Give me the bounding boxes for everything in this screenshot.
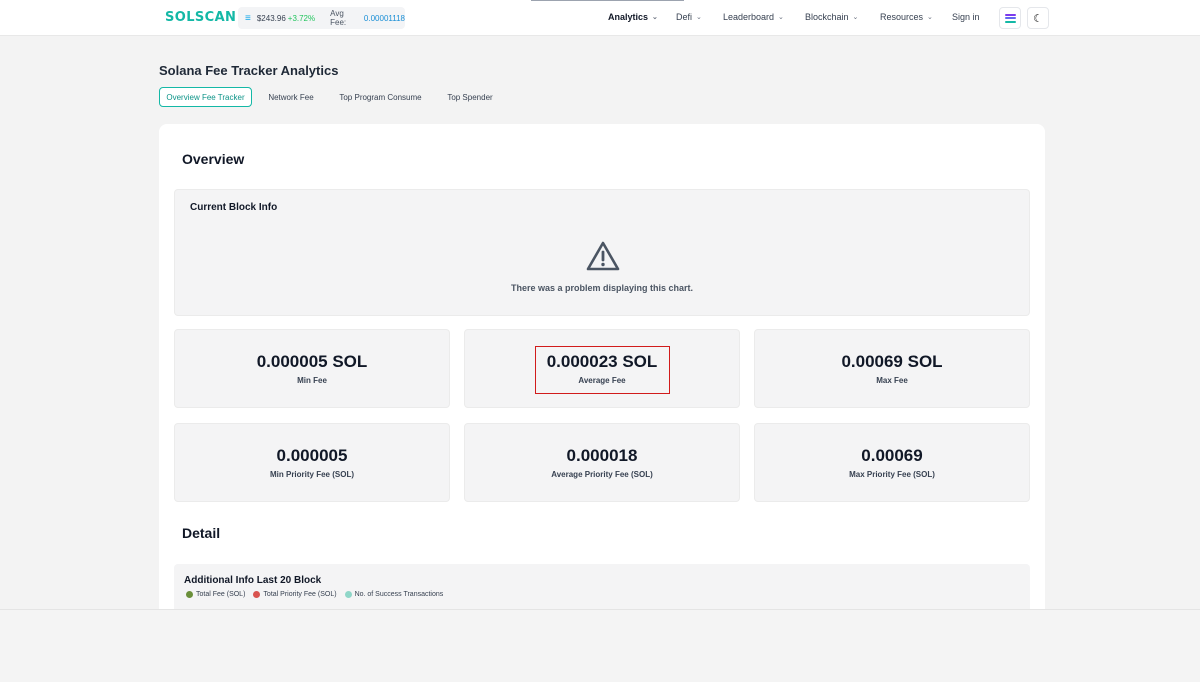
stat-average-priority-fee: 0.000018 Average Priority Fee (SOL) xyxy=(464,423,740,502)
legend-dot xyxy=(253,591,261,598)
overview-heading: Overview xyxy=(182,151,245,167)
chevron-down-icon: ⌄ xyxy=(652,14,658,21)
page-viewport: SOLSCAN ≡ $243.96 +3.72% Avg Fee: 0.0000… xyxy=(0,0,1200,610)
moon-icon: ☾ xyxy=(1033,12,1043,25)
stat-label: Max Fee xyxy=(876,376,908,385)
sign-in-link[interactable]: Sign in xyxy=(952,12,980,22)
avg-fee-label: Avg Fee: xyxy=(330,9,347,27)
stat-label: Min Priority Fee (SOL) xyxy=(269,470,354,479)
stat-label: Average Priority Fee (SOL) xyxy=(551,470,653,479)
legend-dot xyxy=(344,591,352,598)
warning-icon xyxy=(586,241,620,271)
page-title: Solana Fee Tracker Analytics xyxy=(159,63,339,78)
theme-toggle-button[interactable]: ☾ xyxy=(1027,7,1049,29)
stat-label: Average Fee xyxy=(578,376,626,385)
legend-dot xyxy=(186,591,193,598)
solana-network-icon xyxy=(1004,13,1016,23)
chart-error-message: There was a problem displaying this char… xyxy=(510,283,694,293)
sol-price: $243.96 xyxy=(256,13,286,23)
legend-total-fee[interactable]: Total Fee (SOL) xyxy=(186,591,245,598)
stat-value: 0.000005 SOL xyxy=(256,352,368,371)
stat-value: 0.000023 SOL xyxy=(546,352,658,371)
price-ticker[interactable]: ≡ $243.96 +3.72% Avg Fee: 0.00001118 xyxy=(238,7,405,29)
stat-value: 0.000005 xyxy=(276,446,348,465)
nav-analytics[interactable]: Analytics ⌄ xyxy=(608,12,658,22)
chart-legend: Total Fee (SOL) Total Priority Fee (SOL)… xyxy=(186,591,451,598)
legend-label: No. of Success Transactions xyxy=(354,591,444,598)
legend-label: Total Fee (SOL) xyxy=(196,591,246,598)
legend-total-priority-fee[interactable]: Total Priority Fee (SOL) xyxy=(253,591,337,598)
stat-value: 0.000018 xyxy=(566,446,638,465)
nav-label: Blockchain xyxy=(805,12,849,22)
nav-label: Defi xyxy=(676,12,693,22)
stat-label: Min Fee xyxy=(297,376,327,385)
page-footer-area xyxy=(0,610,1200,682)
tab-overview-fee-tracker[interactable]: Overview Fee Tracker xyxy=(159,87,252,107)
legend-label: Total Priority Fee (SOL) xyxy=(263,591,337,598)
detail-heading: Detail xyxy=(182,525,221,541)
stat-value: 0.00069 xyxy=(861,446,923,465)
stat-max-priority-fee: 0.00069 Max Priority Fee (SOL) xyxy=(754,423,1030,502)
additional-info-title: Additional Info Last 20 Block xyxy=(184,575,322,586)
nav-defi[interactable]: Defi ⌄ xyxy=(676,12,702,22)
top-header: SOLSCAN ≡ $243.96 +3.72% Avg Fee: 0.0000… xyxy=(0,0,1200,36)
price-change: +3.72% xyxy=(287,13,316,23)
stat-label: Max Priority Fee (SOL) xyxy=(849,470,935,479)
stat-min-priority-fee: 0.000005 Min Priority Fee (SOL) xyxy=(174,423,450,502)
stat-min-fee: 0.000005 SOL Min Fee xyxy=(174,329,450,408)
nav-resources[interactable]: Resources ⌄ xyxy=(880,12,933,22)
sign-in-label: Sign in xyxy=(952,12,980,22)
stat-max-fee: 0.00069 SOL Max Fee xyxy=(754,329,1030,408)
nav-blockchain[interactable]: Blockchain ⌄ xyxy=(805,12,858,22)
loading-bar xyxy=(531,0,684,1)
nav-leaderboard[interactable]: Leaderboard ⌄ xyxy=(723,12,784,22)
chevron-down-icon: ⌄ xyxy=(927,14,933,21)
current-block-info-panel: Current Block Info There was a problem d… xyxy=(174,189,1030,316)
chevron-down-icon: ⌄ xyxy=(696,14,702,21)
nav-label: Leaderboard xyxy=(723,12,775,22)
chevron-down-icon: ⌄ xyxy=(778,14,784,21)
additional-info-panel: Additional Info Last 20 Block Total Fee … xyxy=(174,564,1030,609)
solscan-logo[interactable]: SOLSCAN xyxy=(165,10,236,25)
tab-top-spender[interactable]: Top Spender xyxy=(440,87,500,107)
nav-label: Resources xyxy=(880,12,924,22)
menu-icon: ≡ xyxy=(245,12,251,24)
stat-average-fee: 0.000023 SOL Average Fee xyxy=(464,329,740,408)
stat-value: 0.00069 SOL xyxy=(841,352,943,371)
avg-fee-value: 0.00001118 xyxy=(363,13,405,23)
network-switch-button[interactable] xyxy=(999,7,1021,29)
chevron-down-icon: ⌄ xyxy=(852,14,859,21)
legend-success-transactions[interactable]: No. of Success Transactions xyxy=(344,591,444,598)
nav-label: Analytics xyxy=(608,12,649,22)
block-info-title: Current Block Info xyxy=(190,202,278,213)
tab-top-program-consume[interactable]: Top Program Consume xyxy=(333,87,428,107)
tab-network-fee[interactable]: Network Fee xyxy=(261,87,321,107)
